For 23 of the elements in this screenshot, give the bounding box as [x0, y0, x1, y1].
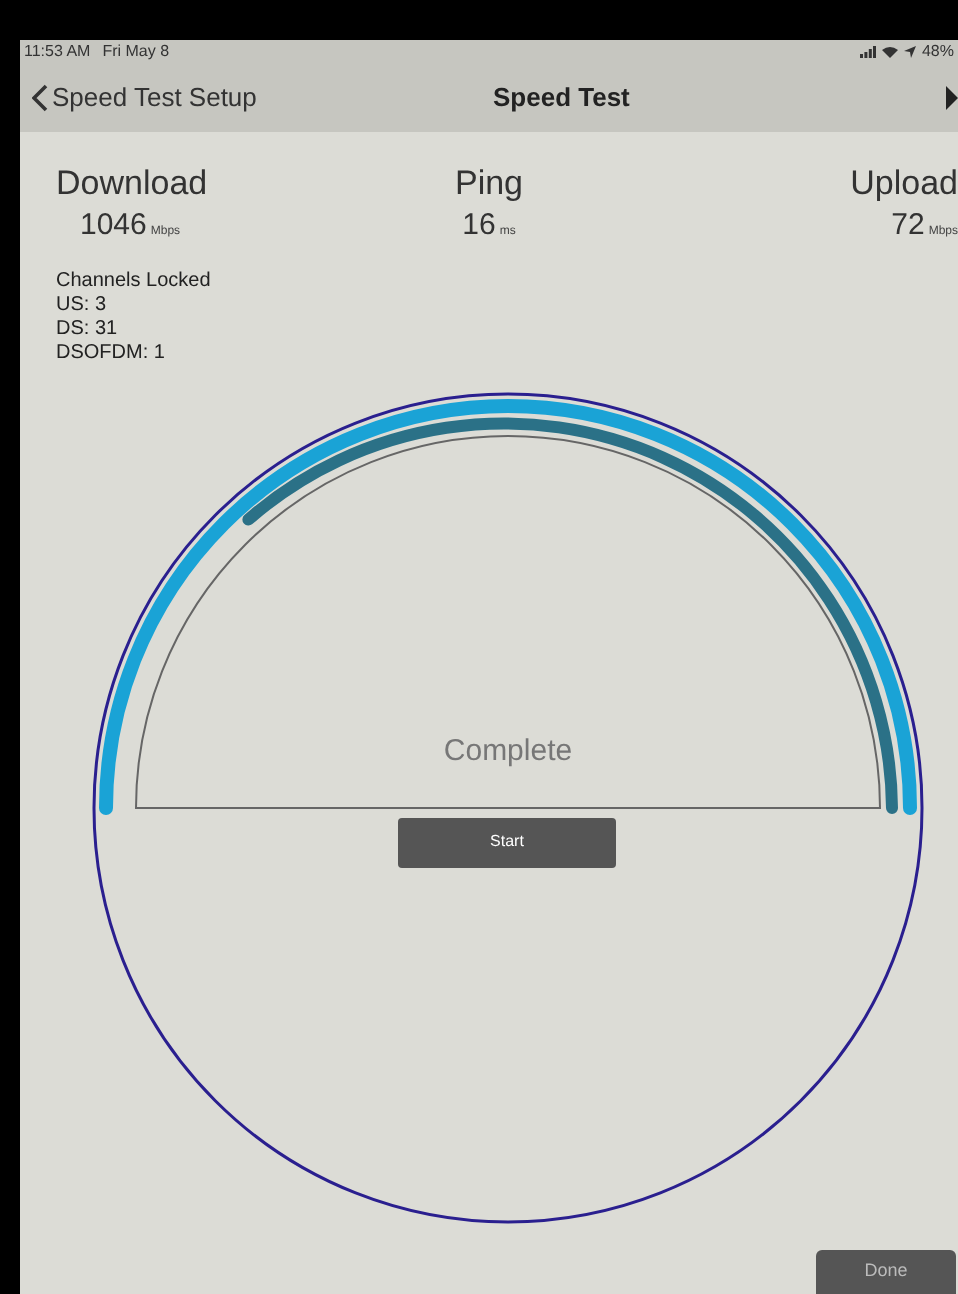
chevron-left-icon: [32, 84, 48, 112]
triangle-icon[interactable]: [945, 86, 958, 110]
channel-count: DS: 31: [56, 317, 120, 341]
gauge-status: Complete: [441, 731, 575, 771]
back-button[interactable]: Speed Test Setup: [32, 78, 257, 118]
status-date: Fri May 8: [102, 40, 170, 64]
stat-value: 16: [462, 206, 496, 246]
location-arrow-icon: [903, 46, 916, 58]
status-time: 11:53 AM: [24, 40, 91, 64]
start-button[interactable]: Start: [398, 817, 616, 867]
battery-percent: 48%: [921, 40, 954, 64]
channels-title: Channels Locked: [56, 269, 213, 293]
stat-label: Download: [56, 164, 208, 204]
wifi-icon: [881, 46, 898, 58]
stat-value: 72: [891, 206, 925, 246]
stat-label: Upload: [850, 164, 958, 204]
signal-icon: [859, 46, 876, 58]
screen-title: Speed Test: [493, 80, 630, 117]
stat-label: Ping: [454, 164, 524, 204]
channel-count: DSOFDM: 1: [56, 341, 167, 365]
stat-value: 1046: [80, 206, 147, 246]
channel-count: US: 3: [56, 293, 109, 317]
done-button[interactable]: Done: [816, 1250, 956, 1294]
